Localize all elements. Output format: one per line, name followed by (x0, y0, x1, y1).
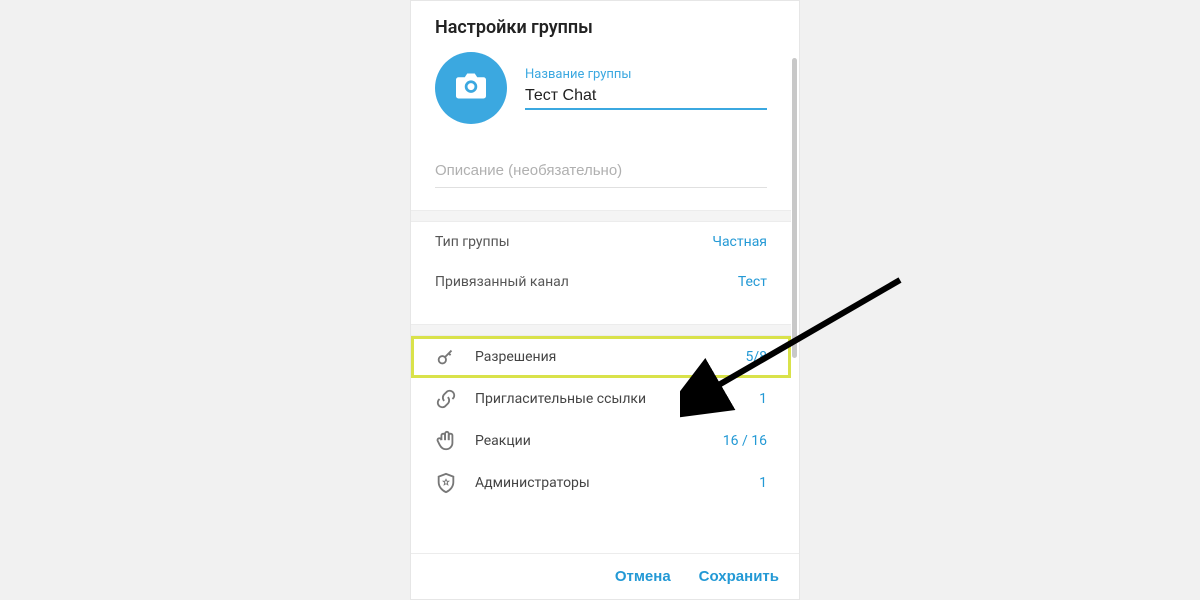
section-divider (411, 210, 791, 222)
group-type-row[interactable]: Тип группы Частная (411, 222, 791, 262)
invite-links-label: Пригласительные ссылки (475, 391, 759, 407)
linked-channel-value: Тест (738, 274, 767, 290)
invite-links-row[interactable]: Пригласительные ссылки 1 (411, 378, 791, 420)
dialog-footer: Отмена Сохранить (411, 553, 799, 599)
group-header-row: Название группы (411, 48, 791, 124)
reactions-row[interactable]: Реакции 16 / 16 (411, 420, 791, 462)
permissions-count: 5/8 (745, 349, 767, 365)
dialog-body: Название группы Тип группы Частная Привя… (411, 48, 799, 553)
group-type-value: Частная (712, 234, 767, 250)
dialog-title: Настройки группы (411, 1, 799, 48)
admins-label: Администраторы (475, 475, 759, 491)
group-name-label: Название группы (525, 67, 767, 82)
reactions-count: 16 / 16 (723, 433, 767, 449)
description-input[interactable] (435, 154, 767, 188)
cancel-button[interactable]: Отмена (615, 568, 671, 585)
permissions-label: Разрешения (475, 349, 745, 365)
reactions-label: Реакции (475, 433, 723, 449)
wave-icon (435, 430, 457, 452)
group-type-label: Тип группы (435, 234, 510, 250)
group-name-field[interactable]: Название группы (525, 67, 767, 110)
invite-links-count: 1 (759, 391, 767, 407)
linked-channel-label: Привязанный канал (435, 274, 569, 290)
group-photo-button[interactable] (435, 52, 507, 124)
description-row (411, 154, 791, 188)
save-button[interactable]: Сохранить (699, 568, 779, 585)
permissions-row[interactable]: Разрешения 5/8 (411, 336, 791, 378)
shield-star-icon (435, 472, 457, 494)
linked-channel-row[interactable]: Привязанный канал Тест (411, 262, 791, 302)
camera-icon (456, 73, 486, 103)
group-name-input[interactable] (525, 84, 767, 110)
admins-count: 1 (759, 475, 767, 491)
key-icon (435, 346, 457, 368)
scrollbar[interactable] (792, 58, 797, 358)
link-icon (435, 388, 457, 410)
admins-row[interactable]: Администраторы 1 (411, 462, 791, 504)
section-divider-2 (411, 324, 791, 336)
group-settings-dialog: Настройки группы Название группы Тип гру… (410, 0, 800, 600)
